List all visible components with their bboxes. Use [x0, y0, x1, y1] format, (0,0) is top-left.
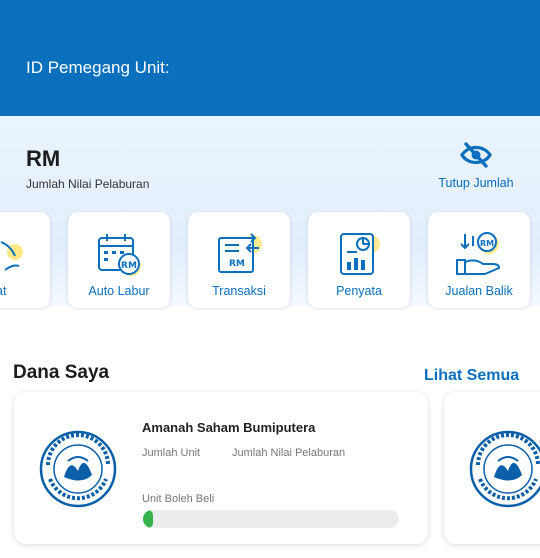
unit-holder-id-label: ID Pemegang Unit:	[26, 58, 170, 77]
total-amount: RM	[26, 146, 61, 171]
fund-value-label: Jumlah Nilai Pelaburan	[232, 447, 346, 459]
hand-rm-icon: RM	[456, 232, 501, 275]
transfer-document-icon: RM	[218, 233, 262, 273]
hide-total-button[interactable]: Tutup Jumlah	[430, 142, 522, 194]
action-label: at	[0, 284, 7, 298]
penyata-button[interactable]: Penyata	[308, 212, 410, 308]
action-label: Penyata	[336, 284, 382, 298]
action-label: Jualan Balik	[445, 284, 513, 298]
calendar-rm-icon: RM	[98, 234, 141, 276]
asb-logo-icon	[39, 430, 117, 508]
action-card-partial[interactable]: at	[0, 212, 50, 308]
see-all-link[interactable]: Lihat Semua	[424, 367, 519, 385]
eye-off-icon	[460, 142, 492, 168]
fund-card-next[interactable]	[444, 392, 540, 544]
my-funds-title: Dana Saya	[13, 362, 110, 383]
auto-labur-button[interactable]: RM Auto Labur	[68, 212, 170, 308]
total-label: Jumlah Nilai Pelaburan	[26, 177, 150, 191]
action-label: Transaksi	[212, 284, 266, 298]
fund-card[interactable]: Amanah Saham Bumiputera Jumlah Unit Juml…	[14, 392, 428, 544]
partial-icon	[0, 241, 23, 271]
svg-text:RM: RM	[229, 259, 245, 269]
purchasable-units-progress	[143, 510, 399, 528]
hide-total-label: Tutup Jumlah	[438, 176, 514, 190]
svg-text:RM: RM	[121, 261, 137, 271]
svg-text:RM: RM	[480, 239, 494, 248]
quick-actions: at RM Auto Labur RM Transaksi	[0, 210, 540, 310]
statement-chart-icon	[340, 233, 380, 275]
asb-logo-icon	[469, 430, 540, 508]
action-label: Auto Labur	[88, 284, 150, 298]
purchasable-units-label: Unit Boleh Beli	[142, 493, 215, 505]
transaksi-button[interactable]: RM Transaksi	[188, 212, 290, 308]
jualan-balik-button[interactable]: RM Jualan Balik	[428, 212, 530, 308]
header-bar: ID Pemegang Unit:	[0, 0, 540, 116]
progress-fill	[143, 510, 154, 528]
fund-name: Amanah Saham Bumiputera	[142, 420, 316, 435]
unit-count-label: Jumlah Unit	[142, 447, 201, 459]
